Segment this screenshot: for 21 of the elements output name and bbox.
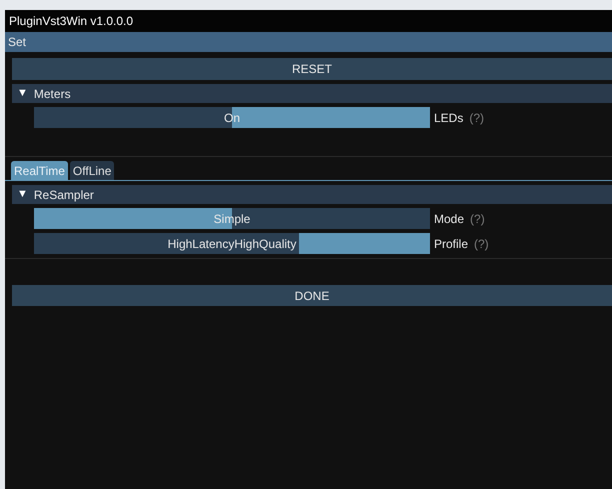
reset-button[interactable]: RESET — [12, 58, 612, 80]
section-title: Meters — [34, 86, 71, 102]
option-slider[interactable]: Simple — [34, 208, 430, 229]
section-title: ReSampler — [34, 186, 94, 204]
tab[interactable]: OffLine — [70, 161, 114, 180]
setting-label: Mode — [434, 210, 464, 228]
section-header[interactable]: ▼ ReSampler — [12, 185, 612, 204]
slider-grab[interactable] — [299, 233, 430, 254]
setting-label: Profile — [434, 236, 468, 252]
help-marker[interactable]: (?) — [469, 108, 484, 126]
option-slider[interactable]: HighLatencyHighQuality — [34, 233, 430, 254]
done-button[interactable]: DONE — [12, 285, 612, 306]
collapse-arrow-icon: ▼ — [17, 186, 28, 203]
title-bar: PluginVst3Win v1.0.0.0 — [5, 10, 612, 32]
collapse-arrow-icon: ▼ — [17, 85, 28, 102]
option-slider[interactable]: On — [34, 107, 430, 128]
header-bar: Set — [5, 32, 612, 52]
section-header[interactable]: ▼ Meters — [12, 84, 612, 103]
help-marker[interactable]: (?) — [474, 234, 489, 252]
setting-label: LEDs — [434, 110, 464, 126]
help-marker[interactable]: (?) — [470, 210, 485, 228]
